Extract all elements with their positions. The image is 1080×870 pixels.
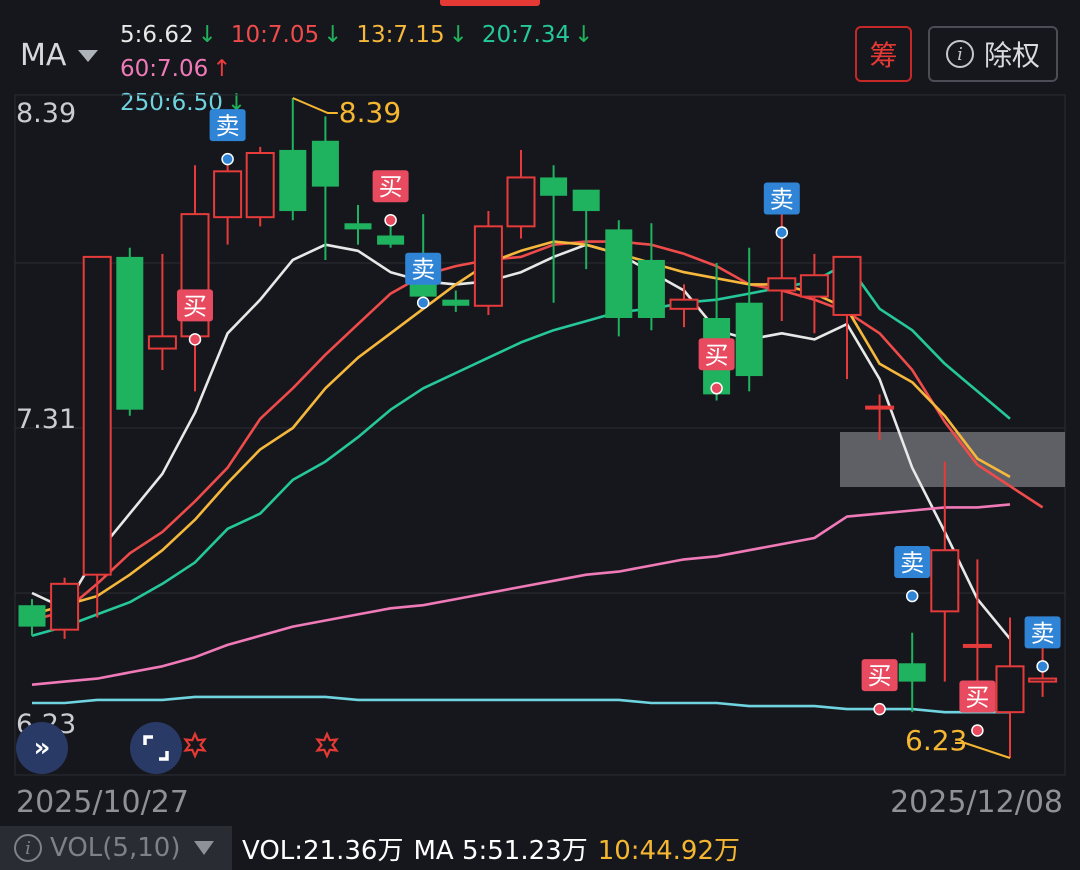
sell-point (775, 226, 789, 239)
expand-panel-button[interactable]: » (16, 722, 68, 774)
sell-signal-label: 卖 (770, 185, 794, 213)
candle-body (767, 277, 797, 292)
y-axis-label: 7.31 (16, 404, 76, 435)
fullscreen-button[interactable] (130, 722, 182, 774)
candle-body (832, 255, 862, 316)
event-star-icon (315, 731, 339, 759)
candle-body (962, 643, 992, 648)
buy-point (873, 702, 886, 716)
sell-signal-label: 卖 (411, 256, 435, 284)
candle-body (898, 663, 926, 682)
candle-body (213, 170, 243, 219)
volume-info-bar: i VOL(5,10) VOL:21.36万 MA 5:51.23万 10:44… (0, 826, 1080, 870)
candle-body (18, 605, 46, 627)
buy-point (188, 333, 202, 346)
buy-signal-label: 买 (705, 341, 729, 369)
candle-body (377, 235, 405, 245)
candle-body (605, 229, 633, 318)
candle-body (82, 255, 112, 576)
sell-signal-label: 卖 (1031, 619, 1055, 647)
candle-body (506, 176, 536, 228)
sell-point (1036, 660, 1049, 673)
x-axis-end-date: 2025/12/08 (890, 785, 1063, 820)
candle-body (930, 549, 960, 613)
fullscreen-icon (143, 735, 169, 761)
candle-body (147, 335, 177, 350)
x-axis-start-date: 2025/10/27 (16, 785, 189, 820)
buy-signal-label: 买 (183, 292, 207, 320)
sell-point (416, 296, 430, 309)
candle-body (344, 223, 372, 230)
sell-point (905, 589, 919, 603)
info-icon: i (14, 834, 42, 862)
high-annotation-leader (292, 97, 338, 114)
y-axis-label: 8.39 (16, 98, 76, 129)
volume-indicator-label: VOL(5,10) (50, 833, 181, 863)
chevron-down-icon (194, 841, 215, 855)
buy-signal-label: 买 (379, 173, 403, 201)
buy-point (971, 724, 984, 737)
candle-body (311, 140, 339, 187)
candle-body (540, 177, 568, 196)
buy-point (710, 382, 723, 395)
sell-signal-label: 卖 (216, 112, 240, 140)
candle-body (799, 274, 829, 298)
candle-body (442, 299, 470, 306)
sell-signal-label: 卖 (900, 549, 924, 577)
low-price-label: 6.23 (905, 724, 967, 757)
candle-body (572, 189, 600, 212)
volume-value: VOL:21.36万 (242, 835, 404, 866)
candle-body (473, 225, 503, 307)
candle-body (50, 582, 80, 631)
candle-body (865, 405, 895, 410)
candle-body (637, 259, 665, 318)
buy-signal-label: 买 (965, 684, 989, 712)
candle-body (735, 302, 763, 377)
candle-body (116, 256, 144, 410)
buy-signal-label: 买 (868, 662, 892, 690)
ma-line-ma250 (32, 695, 1010, 714)
candle-body (669, 298, 699, 310)
highlight-zone (840, 432, 1065, 487)
high-price-label: 8.39 (339, 96, 401, 129)
candle-body (245, 152, 275, 219)
double-chevron-right-icon: » (33, 733, 51, 763)
ma-line-ma60 (31, 503, 1011, 686)
buy-point (384, 213, 397, 227)
volume-ma5-value: MA 5:51.23万 (413, 835, 588, 866)
event-star-icon (183, 731, 207, 759)
sell-point (221, 152, 234, 166)
volume-indicator-selector[interactable]: i VOL(5,10) (0, 826, 232, 870)
candle-body (279, 149, 307, 212)
candle-body (995, 665, 1025, 714)
candle-body (1028, 677, 1058, 683)
volume-ma10-value: 10:44.92万 (597, 835, 740, 866)
candlestick-chart[interactable]: 8.397.316.238.396.23买卖买卖买卖买卖买卖2025/10/27… (0, 0, 1080, 826)
